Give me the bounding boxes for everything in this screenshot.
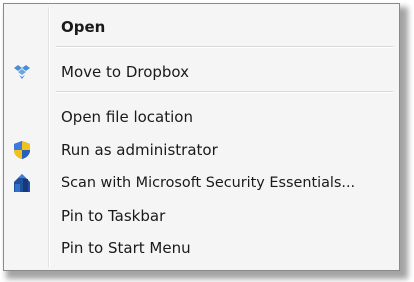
menu-item-open-file-location-label: Open file location bbox=[61, 108, 193, 126]
menu-item-move-to-dropbox-label: Move to Dropbox bbox=[61, 63, 190, 81]
menu-item-pin-to-taskbar-label: Pin to Taskbar bbox=[61, 207, 166, 225]
context-menu: Open Move to Dropbox Open file location bbox=[3, 3, 400, 271]
menu-item-pin-to-start-menu-label: Pin to Start Menu bbox=[61, 239, 191, 257]
menu-item-run-as-administrator-label: Run as administrator bbox=[61, 141, 218, 159]
menu-item-move-to-dropbox[interactable]: Move to Dropbox bbox=[7, 59, 396, 85]
menu-item-scan-security-essentials-label: Scan with Microsoft Security Essentials.… bbox=[61, 175, 356, 191]
menu-separator bbox=[56, 91, 393, 93]
menu-item-scan-security-essentials[interactable]: Scan with Microsoft Security Essentials.… bbox=[7, 170, 396, 196]
menu-item-open-label: Open bbox=[61, 18, 106, 36]
dropbox-icon bbox=[11, 61, 33, 83]
menu-item-run-as-administrator[interactable]: Run as administrator bbox=[7, 137, 396, 163]
menu-item-pin-to-start-menu[interactable]: Pin to Start Menu bbox=[7, 235, 396, 261]
menu-separator bbox=[56, 46, 393, 48]
menu-item-open[interactable]: Open bbox=[7, 14, 396, 40]
uac-shield-icon bbox=[11, 139, 33, 161]
security-essentials-icon bbox=[11, 172, 33, 194]
menu-item-pin-to-taskbar[interactable]: Pin to Taskbar bbox=[7, 203, 396, 229]
menu-item-open-file-location[interactable]: Open file location bbox=[7, 104, 396, 130]
